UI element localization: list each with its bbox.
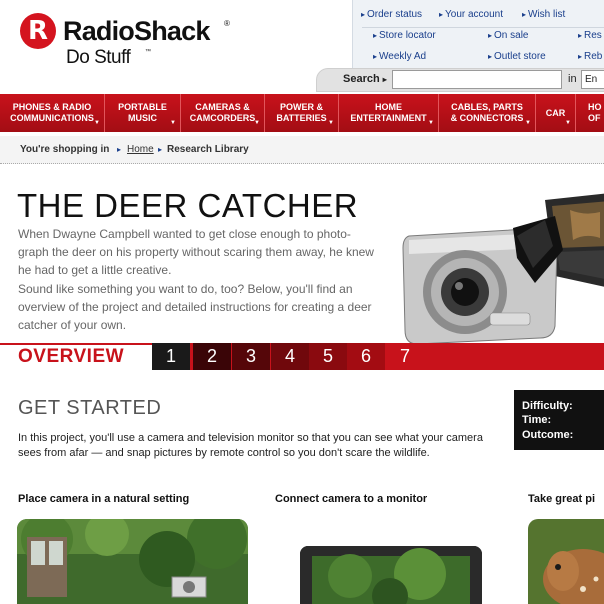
- tab-step-5[interactable]: 5: [309, 343, 347, 370]
- monitor-photo: [300, 546, 482, 604]
- order-status-link[interactable]: ▸ Order status: [361, 9, 422, 20]
- arrow-icon: ▸: [488, 31, 493, 40]
- tab-step-4[interactable]: 4: [271, 343, 309, 370]
- tagline: Do Stuff: [66, 47, 131, 68]
- arrow-icon: ▸: [158, 145, 163, 154]
- difficulty-label: Difficulty:: [522, 400, 573, 412]
- outcome-label: Outcome:: [522, 429, 574, 441]
- arrow-icon: ▸: [373, 31, 378, 40]
- breadcrumb-home-link[interactable]: Home: [127, 144, 154, 155]
- caret-down-icon: ▼: [254, 120, 260, 126]
- caret-down-icon: ▼: [328, 120, 334, 126]
- arrow-icon: ▸: [439, 10, 444, 19]
- step-image-deer[interactable]: [528, 519, 604, 604]
- nav-portable-music[interactable]: PORTABLE MUSIC ▼: [105, 94, 181, 132]
- nav-label: CABLES, PARTS & CONNECTORS: [450, 102, 524, 123]
- research-link[interactable]: ▸ Res: [578, 30, 602, 41]
- weekly-ad-label: Weekly Ad: [379, 51, 427, 62]
- search-scope-label: in: [568, 73, 577, 85]
- rebates-label: Reb: [584, 51, 603, 62]
- wish-list-link[interactable]: ▸ Wish list: [522, 9, 565, 20]
- arrow-icon: ▸: [117, 145, 122, 154]
- nav-label: PHONES & RADIO COMMUNICATIONS: [10, 102, 94, 123]
- tab-step-3[interactable]: 3: [232, 343, 270, 370]
- weekly-ad-link[interactable]: ▸ Weekly Ad: [373, 51, 426, 62]
- nav-home-office[interactable]: HO OF: [576, 94, 604, 132]
- wish-list-label: Wish list: [528, 9, 566, 20]
- store-locator-link[interactable]: ▸ Store locator: [373, 30, 436, 41]
- camera-illustration: [402, 216, 563, 345]
- your-account-link[interactable]: ▸ Your account: [439, 9, 503, 20]
- tab-step-6[interactable]: 6: [347, 343, 385, 370]
- your-account-label: Your account: [445, 9, 504, 20]
- caret-down-icon: ▼: [94, 120, 100, 126]
- arrow-icon: ▸: [522, 10, 527, 19]
- intro-paragraph: When Dwayne Campbell wanted to get close…: [18, 227, 374, 277]
- search-label: Search ▸: [343, 73, 387, 85]
- nav-home-entertainment[interactable]: HOME ENTERTAINMENT ▼: [339, 94, 439, 132]
- nav-label: CAMERAS & CAMCORDERS: [189, 102, 256, 123]
- get-started-paragraph: In this project, you'll use a camera and…: [18, 432, 483, 459]
- breadcrumb-current: Research Library: [167, 144, 249, 155]
- caret-down-icon: ▼: [170, 120, 176, 126]
- arrow-icon: ▸: [361, 10, 366, 19]
- caret-down-icon: ▼: [428, 120, 434, 126]
- search-scope-select[interactable]: En: [581, 70, 604, 89]
- research-label: Res: [584, 30, 602, 41]
- nav-cables-parts[interactable]: CABLES, PARTS & CONNECTORS ▼: [439, 94, 536, 132]
- utility-divider: [362, 27, 604, 28]
- rebates-link[interactable]: ▸ Reb: [578, 51, 602, 62]
- project-info-box: Difficulty: Time: Outcome:: [514, 390, 604, 450]
- main-nav: PHONES & RADIO COMMUNICATIONS ▼ PORTABLE …: [0, 94, 604, 132]
- site-header: R RadioShack ® Do Stuff ™ ▸ Order status …: [0, 0, 604, 96]
- deer-photo: [528, 519, 604, 604]
- breadcrumb-prefix: You're shopping in: [20, 144, 110, 155]
- tab-step-2[interactable]: 2: [193, 343, 231, 370]
- step-title-3: Take great pi: [528, 493, 596, 505]
- arrow-icon: ▸: [373, 52, 378, 61]
- nav-label: POWER & BATTERIES: [276, 102, 327, 123]
- tab-step-7[interactable]: 7: [386, 343, 424, 370]
- registered-mark: ®: [224, 19, 230, 28]
- step-tabs: OVERVIEW 1 2 3 4 5 6 7: [0, 343, 604, 370]
- hero-camera-image: [402, 193, 604, 345]
- order-status-label: Order status: [367, 9, 423, 20]
- arrow-icon: ▸: [578, 52, 583, 61]
- time-label: Time:: [522, 414, 552, 426]
- step-image-monitor[interactable]: [300, 546, 482, 604]
- tab-overview[interactable]: OVERVIEW: [0, 343, 152, 370]
- nav-label: HOME ENTERTAINMENT: [350, 102, 427, 123]
- step-title-2: Connect camera to a monitor: [275, 493, 428, 505]
- caret-down-icon: ▼: [565, 120, 571, 126]
- on-sale-link[interactable]: ▸ On sale: [488, 30, 528, 41]
- store-locator-label: Store locator: [379, 30, 436, 41]
- search-input[interactable]: [392, 70, 562, 89]
- nav-label: PORTABLE MUSIC: [118, 102, 167, 123]
- outlet-store-label: Outlet store: [494, 51, 546, 62]
- step-image-garden[interactable]: [17, 519, 248, 604]
- nav-label: HO OF: [588, 102, 602, 123]
- step-title-1: Place camera in a natural setting: [18, 493, 190, 505]
- nav-cameras[interactable]: CAMERAS & CAMCORDERS ▼: [181, 94, 265, 132]
- radioshack-logo-icon[interactable]: R: [20, 13, 56, 49]
- intro-paragraph-2: Sound like something you want to do, too…: [18, 282, 372, 332]
- arrow-icon: ▸: [578, 31, 583, 40]
- nav-car[interactable]: CAR ▼: [536, 94, 576, 132]
- page-title: THE DEER CATCHER: [17, 187, 359, 224]
- arrow-icon: ▸: [382, 75, 387, 84]
- caret-down-icon: ▼: [525, 120, 531, 126]
- garden-photo: [17, 519, 248, 604]
- brand-name[interactable]: RadioShack: [63, 16, 210, 46]
- outlet-store-link[interactable]: ▸ Outlet store: [488, 51, 546, 62]
- search-label-text: Search: [343, 73, 380, 85]
- nav-phones-radio[interactable]: PHONES & RADIO COMMUNICATIONS ▼: [0, 94, 105, 132]
- trademark-mark: ™: [145, 49, 151, 55]
- get-started-heading: GET STARTED: [18, 397, 162, 419]
- breadcrumb: You're shopping in ▸ Home ▸ Research Lib…: [0, 136, 604, 164]
- tab-step-1[interactable]: 1: [152, 343, 190, 370]
- on-sale-label: On sale: [494, 30, 529, 41]
- arrow-icon: ▸: [488, 52, 493, 61]
- nav-power-batteries[interactable]: POWER & BATTERIES ▼: [265, 94, 339, 132]
